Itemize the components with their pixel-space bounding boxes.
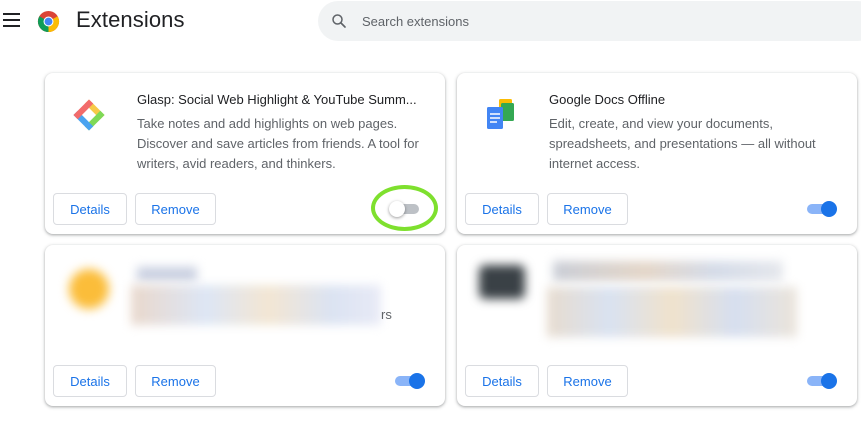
blurred-extension-description	[547, 287, 797, 337]
extension-card-glasp: Glasp: Social Web Highlight & YouTube Su…	[45, 73, 445, 234]
enable-toggle[interactable]	[389, 201, 421, 217]
extension-card-blurred-1: rs Details Remove	[45, 245, 445, 406]
extension-description: Take notes and add highlights on web pag…	[137, 116, 419, 171]
description-visible-fragment: rs	[381, 307, 392, 322]
details-button[interactable]: Details	[53, 365, 127, 397]
enable-toggle[interactable]	[393, 373, 425, 389]
page-title: Extensions	[76, 7, 185, 32]
remove-button[interactable]: Remove	[135, 365, 216, 397]
search-input[interactable]	[362, 9, 812, 33]
blurred-extension-name	[137, 267, 197, 281]
blurred-extension-icon	[479, 265, 525, 299]
search-icon	[332, 14, 346, 28]
blurred-extension-name	[553, 261, 783, 281]
enable-toggle[interactable]	[805, 373, 837, 389]
details-button[interactable]: Details	[465, 193, 539, 225]
extension-card-google-docs-offline: Google Docs Offline Edit, create, and vi…	[457, 73, 857, 234]
details-button[interactable]: Details	[465, 365, 539, 397]
google-docs-icon	[487, 99, 514, 129]
main-menu-icon[interactable]	[3, 13, 20, 27]
details-button[interactable]: Details	[53, 193, 127, 225]
glasp-icon	[73, 99, 105, 131]
extension-name: Glasp: Social Web Highlight & YouTube Su…	[137, 92, 417, 107]
blurred-extension-description	[131, 285, 381, 325]
search-bar[interactable]	[318, 1, 861, 41]
toolbar: Extensions	[0, 0, 861, 44]
enable-toggle[interactable]	[805, 201, 837, 217]
extension-card-blurred-2: Details Remove	[457, 245, 857, 406]
extension-name: Google Docs Offline	[549, 92, 666, 107]
remove-button[interactable]: Remove	[547, 193, 628, 225]
blurred-extension-icon	[69, 269, 109, 309]
remove-button[interactable]: Remove	[135, 193, 216, 225]
chrome-logo-icon	[37, 10, 60, 33]
remove-button[interactable]: Remove	[547, 365, 628, 397]
extension-description: Edit, create, and view your documents, s…	[549, 116, 816, 171]
